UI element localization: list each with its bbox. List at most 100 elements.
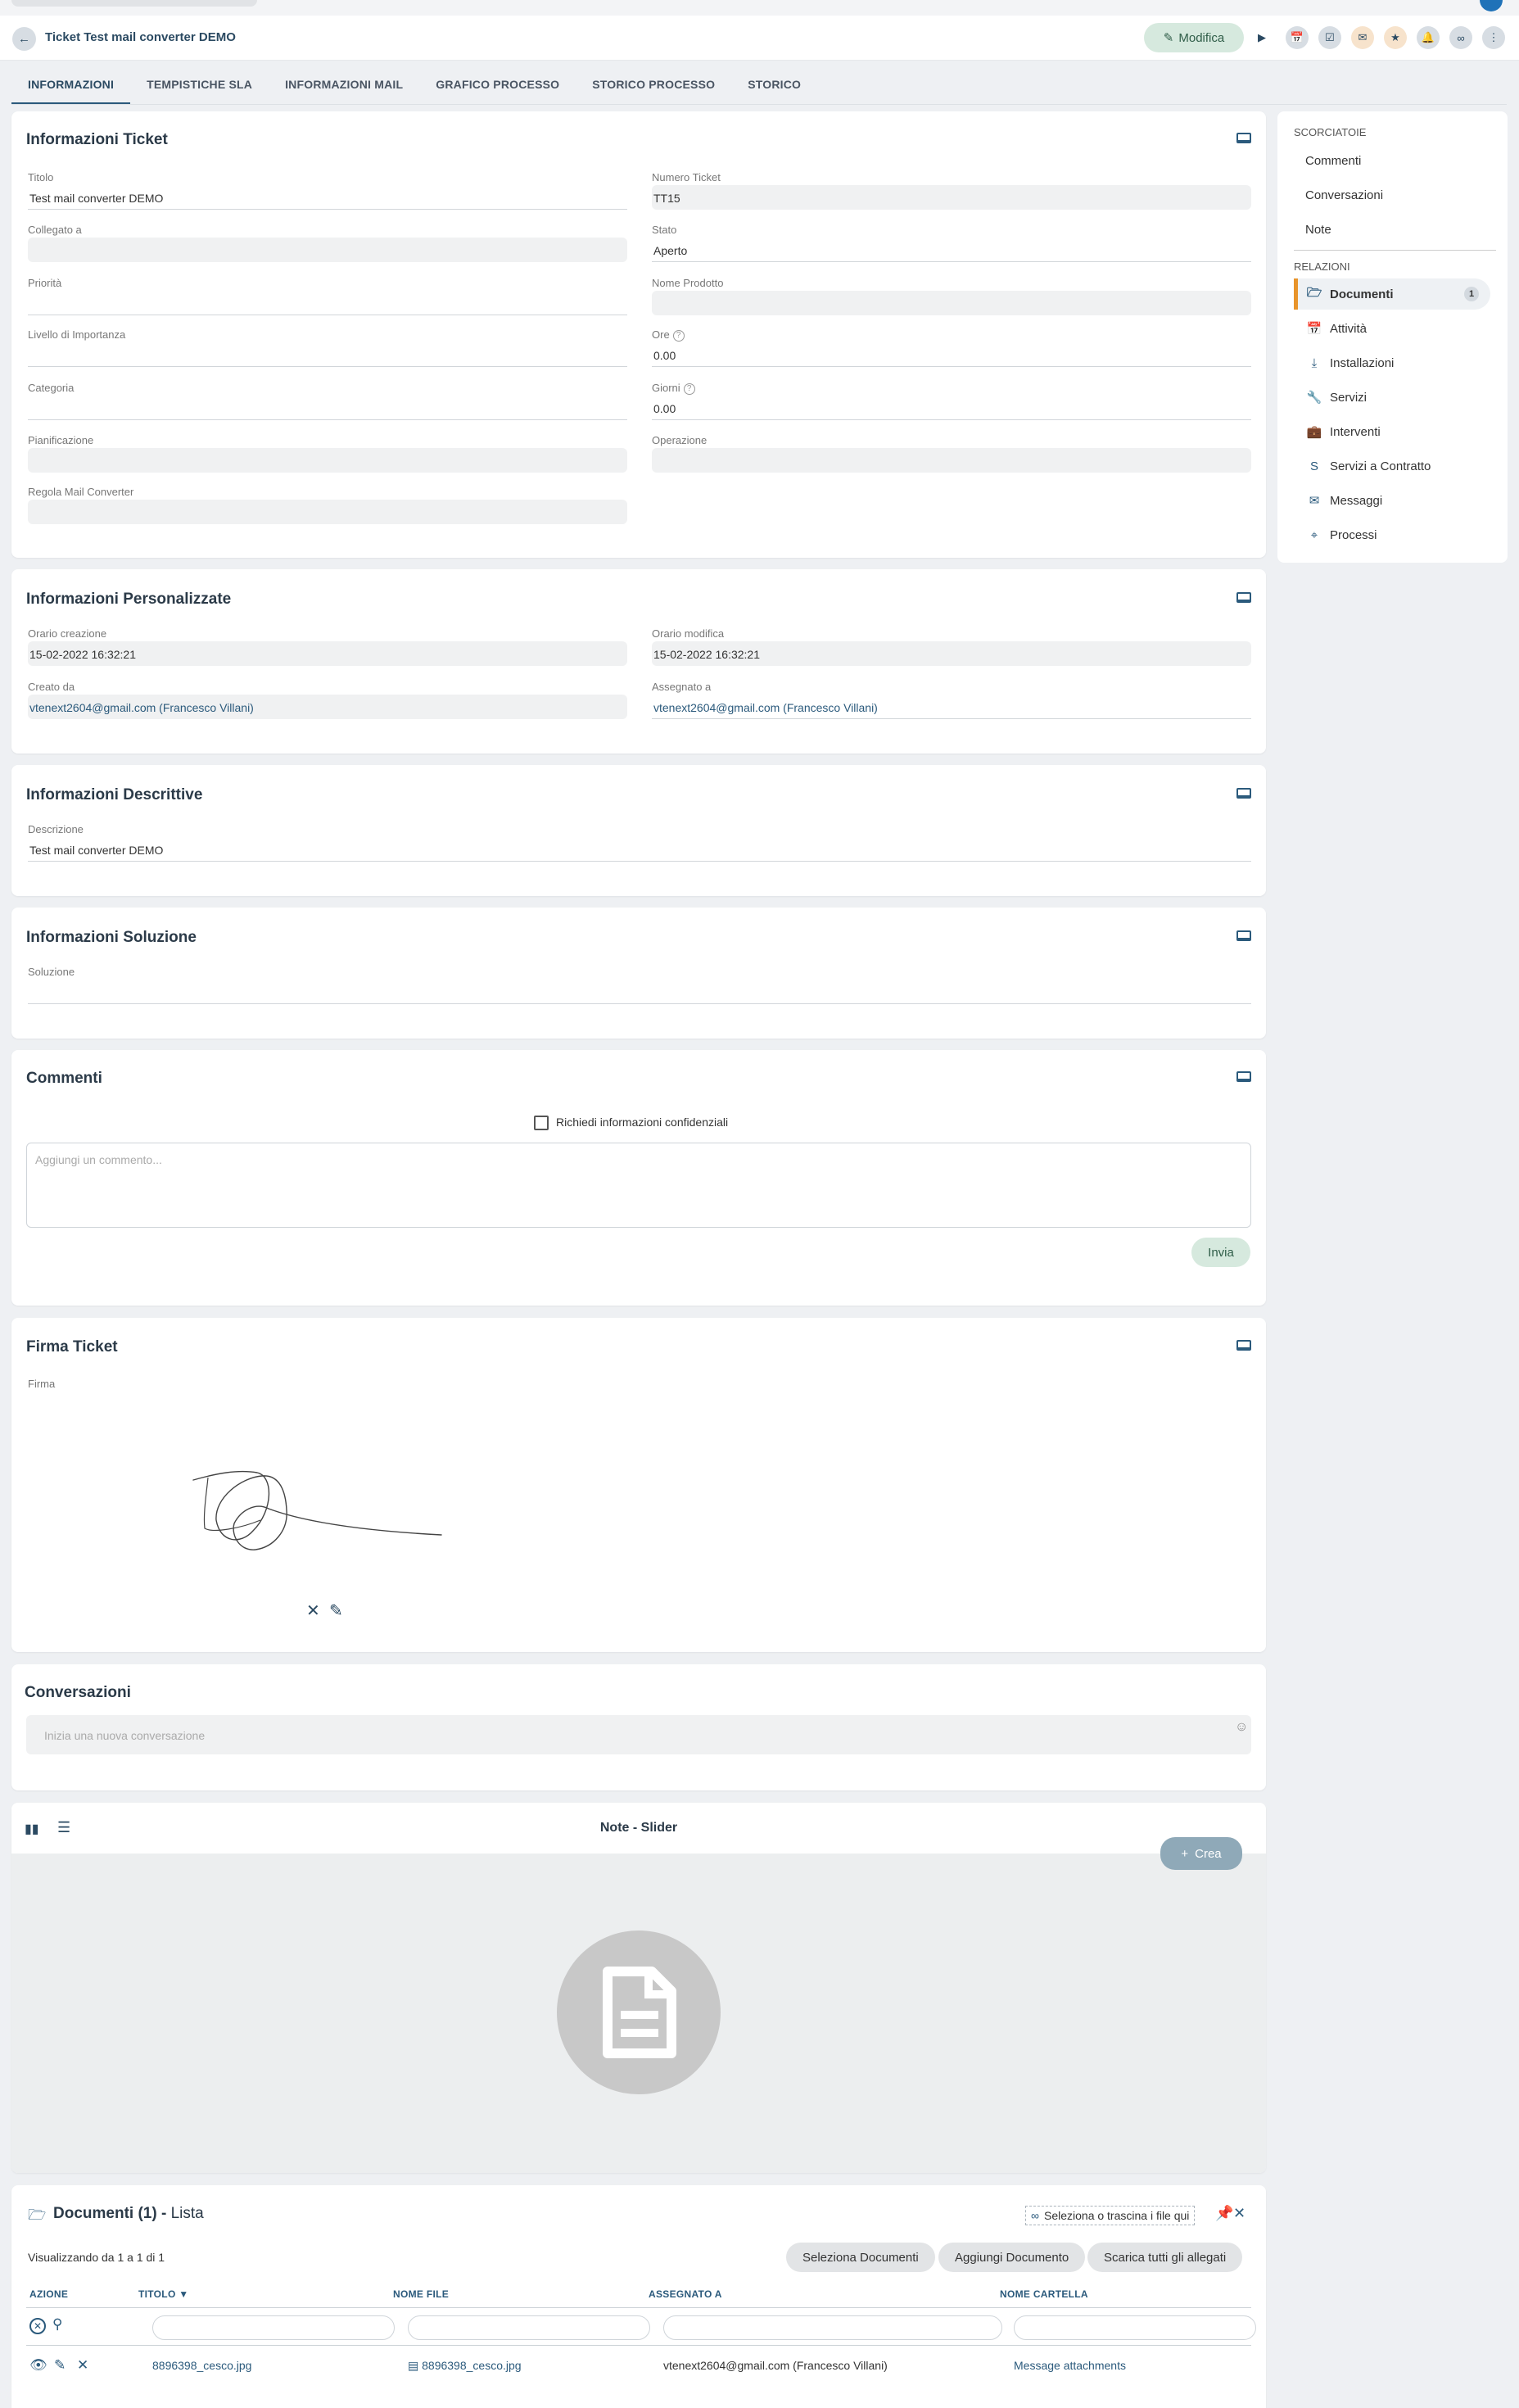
tab-tempistiche-sla[interactable]: TEMPISTICHE SLA xyxy=(130,69,269,105)
field-giorni[interactable]: Giorni? 0.00 xyxy=(652,382,1251,420)
filter-nome-file-input[interactable] xyxy=(408,2315,650,2340)
help-icon[interactable]: ? xyxy=(672,329,685,342)
sidebar-item-messaggi[interactable]: ✉ Messaggi xyxy=(1294,485,1490,516)
field-ore[interactable]: Ore? 0.00 xyxy=(652,328,1251,367)
bell-icon[interactable]: 🔔 xyxy=(1417,26,1440,49)
pin-icon[interactable]: 📌 xyxy=(1215,2205,1233,2222)
field-stato[interactable]: Stato Aperto xyxy=(652,224,1251,262)
conversation-input[interactable]: Inizia una nuova conversazione xyxy=(26,1715,1251,1754)
confidential-checkbox-row[interactable]: Richiedi informazioni confidenziali xyxy=(534,1116,728,1131)
download-all-button[interactable]: Scarica tutti gli allegati xyxy=(1087,2243,1243,2272)
help-icon[interactable]: ? xyxy=(683,382,695,395)
arrow-left-icon: ← xyxy=(18,32,30,46)
monitor-icon[interactable] xyxy=(1236,1071,1251,1082)
filter-titolo-input[interactable] xyxy=(152,2315,395,2340)
monitor-icon[interactable] xyxy=(1236,1340,1251,1351)
file-dropzone[interactable]: ∞ Seleziona o trascina i file qui xyxy=(1025,2206,1196,2225)
pencil-icon: ✎ xyxy=(1163,31,1174,45)
create-note-button[interactable]: + Crea xyxy=(1160,1837,1242,1870)
doc-file-link[interactable]: ▤ 8896398_cesco.jpg xyxy=(408,2359,522,2373)
plus-icon: + xyxy=(1181,1846,1189,1861)
close-icon[interactable]: ✕ xyxy=(1233,2205,1245,2222)
tab-divider xyxy=(11,104,1507,105)
col-nome-file[interactable]: NOME FILE xyxy=(393,2288,449,2300)
calendar-icon: 📅 xyxy=(1306,322,1322,336)
tab-storico-processo[interactable]: STORICO PROCESSO xyxy=(576,69,731,105)
notes-slider-block: ▮▮ ☰ Note - Slider + Crea xyxy=(11,1803,1266,2173)
clear-signature-icon[interactable]: ✕ xyxy=(306,1600,320,1621)
tab-informazioni-mail[interactable]: INFORMAZIONI MAIL xyxy=(269,69,419,105)
more-vertical-icon[interactable]: ⋮ xyxy=(1482,26,1505,49)
sidebar-item-attivita[interactable]: 📅 Attività xyxy=(1294,313,1490,344)
documents-title: Documenti (1) - Lista xyxy=(53,2205,204,2222)
tab-informazioni[interactable]: INFORMAZIONI xyxy=(11,69,131,105)
field-priorita[interactable]: Priorità xyxy=(28,277,627,315)
col-azione: AZIONE xyxy=(29,2288,69,2300)
search-icon[interactable]: ⚲ xyxy=(52,2316,62,2333)
field-orario-modifica: Orario modifica 15-02-2022 16:32:21 xyxy=(652,627,1251,666)
field-titolo[interactable]: Titolo Test mail converter DEMO xyxy=(28,171,627,210)
monitor-icon[interactable] xyxy=(1236,788,1251,799)
block-title: Firma Ticket xyxy=(26,1338,118,1356)
link-icon[interactable]: ∞ xyxy=(1449,26,1472,49)
monitor-icon[interactable] xyxy=(1236,592,1251,603)
pencil-icon[interactable]: ✎ xyxy=(329,1600,343,1621)
emoji-icon[interactable]: ☺ xyxy=(1235,1720,1248,1735)
sidebar-item-servizi-contratto[interactable]: S Servizi a Contratto xyxy=(1294,450,1490,482)
table-header: AZIONE TITOLO ▼ NOME FILE ASSEGNATO A NO… xyxy=(26,2288,1251,2308)
task-check-icon[interactable]: ☑ xyxy=(1318,26,1341,49)
star-icon[interactable]: ★ xyxy=(1384,26,1407,49)
image-file-icon: ▤ xyxy=(408,2359,419,2372)
calendar-icon[interactable]: 📅 xyxy=(1286,26,1309,49)
monitor-icon[interactable] xyxy=(1236,930,1251,941)
field-assegnato-a[interactable]: Assegnato a vtenext2604@gmail.com (France… xyxy=(652,681,1251,719)
sidebar-item-documenti[interactable]: 🗁 Documenti 1 xyxy=(1294,278,1490,310)
monitor-icon[interactable] xyxy=(1236,133,1251,143)
edit-button[interactable]: ✎ Modifica xyxy=(1144,23,1244,52)
ticket-info-block: Informazioni Ticket Titolo Test mail conv… xyxy=(11,111,1266,558)
mail-icon[interactable]: ✉ xyxy=(1351,26,1374,49)
eye-icon[interactable]: 👁 xyxy=(29,2357,47,2374)
wrench-icon: 🔧 xyxy=(1306,391,1322,405)
filter-assegnato-input[interactable] xyxy=(663,2315,1002,2340)
signature-image xyxy=(192,1470,442,1550)
signature-block: Firma Ticket Firma ✕ ✎ xyxy=(11,1318,1266,1652)
sidebar-item-servizi[interactable]: 🔧 Servizi xyxy=(1294,382,1490,413)
shortcut-commenti[interactable]: Commenti xyxy=(1305,154,1361,168)
field-soluzione[interactable]: Soluzione xyxy=(28,966,1251,1004)
play-icon[interactable]: ▶ xyxy=(1250,26,1273,49)
global-search-stub[interactable] xyxy=(11,0,257,7)
comment-textarea[interactable] xyxy=(26,1143,1251,1228)
doc-folder-link[interactable]: Message attachments xyxy=(1014,2359,1126,2372)
detail-tabs: INFORMAZIONI TEMPISTICHE SLA INFORMAZION… xyxy=(11,69,817,105)
clear-filter-icon[interactable]: ✕ xyxy=(29,2318,46,2334)
field-categoria[interactable]: Categoria xyxy=(28,382,627,420)
block-title: Conversazioni xyxy=(25,1684,131,1701)
doc-title-link[interactable]: 8896398_cesco.jpg xyxy=(152,2359,251,2372)
field-livello-importanza[interactable]: Livello di Importanza xyxy=(28,328,627,367)
field-descrizione[interactable]: Descrizione Test mail converter DEMO xyxy=(28,823,1251,862)
delete-icon[interactable]: ✕ xyxy=(77,2357,88,2374)
filter-cartella-input[interactable] xyxy=(1014,2315,1256,2340)
send-button[interactable]: Invia xyxy=(1191,1238,1250,1267)
back-button[interactable]: ← xyxy=(12,27,36,51)
col-cartella[interactable]: NOME CARTELLA xyxy=(1000,2288,1088,2300)
select-documents-button[interactable]: Seleziona Documenti xyxy=(786,2243,935,2272)
col-assegnato[interactable]: ASSEGNATO A xyxy=(649,2288,722,2300)
solution-block: Informazioni Soluzione Soluzione xyxy=(11,908,1266,1039)
dollar-icon: S xyxy=(1309,459,1318,473)
sidebar-item-interventi[interactable]: 💼 Interventi xyxy=(1294,416,1490,447)
col-titolo[interactable]: TITOLO ▼ xyxy=(138,2288,188,2300)
pencil-icon[interactable]: ✎ xyxy=(54,2357,66,2374)
tab-grafico-processo[interactable]: GRAFICO PROCESSO xyxy=(419,69,576,105)
sidebar-item-installazioni[interactable]: ⤓ Installazioni xyxy=(1294,347,1490,378)
shortcut-note[interactable]: Note xyxy=(1305,223,1331,237)
field-numero-ticket: Numero Ticket TT15 xyxy=(652,171,1251,210)
relations-heading: RELAZIONI xyxy=(1294,260,1350,273)
shortcut-conversazioni[interactable]: Conversazioni xyxy=(1305,188,1383,202)
tab-storico[interactable]: STORICO xyxy=(731,69,817,105)
add-document-button[interactable]: Aggiungi Documento xyxy=(938,2243,1086,2272)
globe-icon[interactable] xyxy=(1480,0,1503,11)
sidebar-item-processi[interactable]: ⌖ Processi xyxy=(1294,519,1490,550)
checkbox[interactable] xyxy=(534,1116,549,1131)
